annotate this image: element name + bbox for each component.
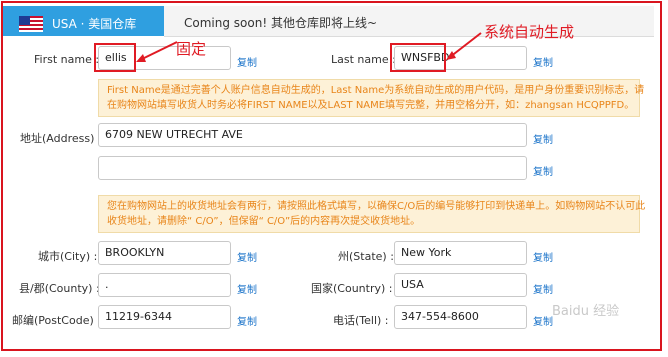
tell-field[interactable]: 347-554-8600 [394,305,527,329]
copy-tell-link[interactable]: 复制 [533,313,553,328]
copy-state-link[interactable]: 复制 [533,249,553,264]
copy-address-line-2-link[interactable]: 复制 [533,163,553,178]
last-name-label: Last name : [331,53,396,66]
county-field[interactable]: . [98,273,231,297]
name-info-line-2: 在购物网站填写收货人时务必将FIRST NAME以及LAST NAME填写完整，… [107,100,635,111]
city-label: 城市(City) : [38,250,98,263]
county-label: 县/郡(County) : [19,282,100,295]
watermark: Baidu 经验 [552,304,620,319]
copy-address-line-1-link[interactable]: 复制 [533,131,553,146]
address-info-box: 您在购物网站上的收货地址会有两行，请按照此格式填写，以确保C/O后的编号能够打印… [98,195,646,233]
state-label: 州(State) : [338,250,394,263]
tell-label: 电话(Tell) : [333,314,389,327]
last-name-highlight [390,43,446,72]
annotation-fixed: 固定 [176,40,207,58]
country-field[interactable]: USA [394,273,527,297]
postcode-field[interactable]: 11219-6344 [98,305,231,329]
copy-first-name-link[interactable]: 复制 [237,54,257,69]
arrow-fixed-icon [136,41,178,62]
address-line-2-field[interactable] [98,156,527,180]
address-info-line-2: 收货地址，请删除“ C/O”，但保留“ C/O”后的内容再次提交收货地址。 [107,216,421,227]
address-info-line-1: 您在购物网站上的收货地址会有两行，请按照此格式填写，以确保C/O后的编号能够打印… [107,201,646,212]
copy-last-name-link[interactable]: 复制 [533,54,553,69]
notice-text: Coming soon! 其他仓库即将上线~ [184,16,378,30]
copy-postcode-link[interactable]: 复制 [237,313,257,328]
name-info-box: First Name是通过完善个人账户信息自动生成的，Last Name为系统自… [98,79,645,117]
annotation-auto-generated: 系统自动生成 [484,23,575,41]
state-field[interactable]: New York [394,241,527,265]
copy-city-link[interactable]: 复制 [237,249,257,264]
first-name-highlight [94,43,136,72]
address-line-1-field[interactable]: 6709 NEW UTRECHT AVE [98,123,527,147]
first-name-label: First name : [34,53,100,66]
us-flag-icon [19,16,43,32]
tab-usa-label: USA · 美国仓库 [52,17,137,31]
postcode-label: 邮编(PostCode) : [12,314,101,327]
copy-country-link[interactable]: 复制 [533,281,553,296]
address-label: 地址(Address) : [20,132,102,145]
country-label: 国家(Country) : [311,282,393,295]
copy-county-link[interactable]: 复制 [237,281,257,296]
city-field[interactable]: BROOKLYN [98,241,231,265]
arrow-auto-icon [446,32,482,60]
name-info-line-1: First Name是通过完善个人账户信息自动生成的，Last Name为系统自… [107,85,645,96]
